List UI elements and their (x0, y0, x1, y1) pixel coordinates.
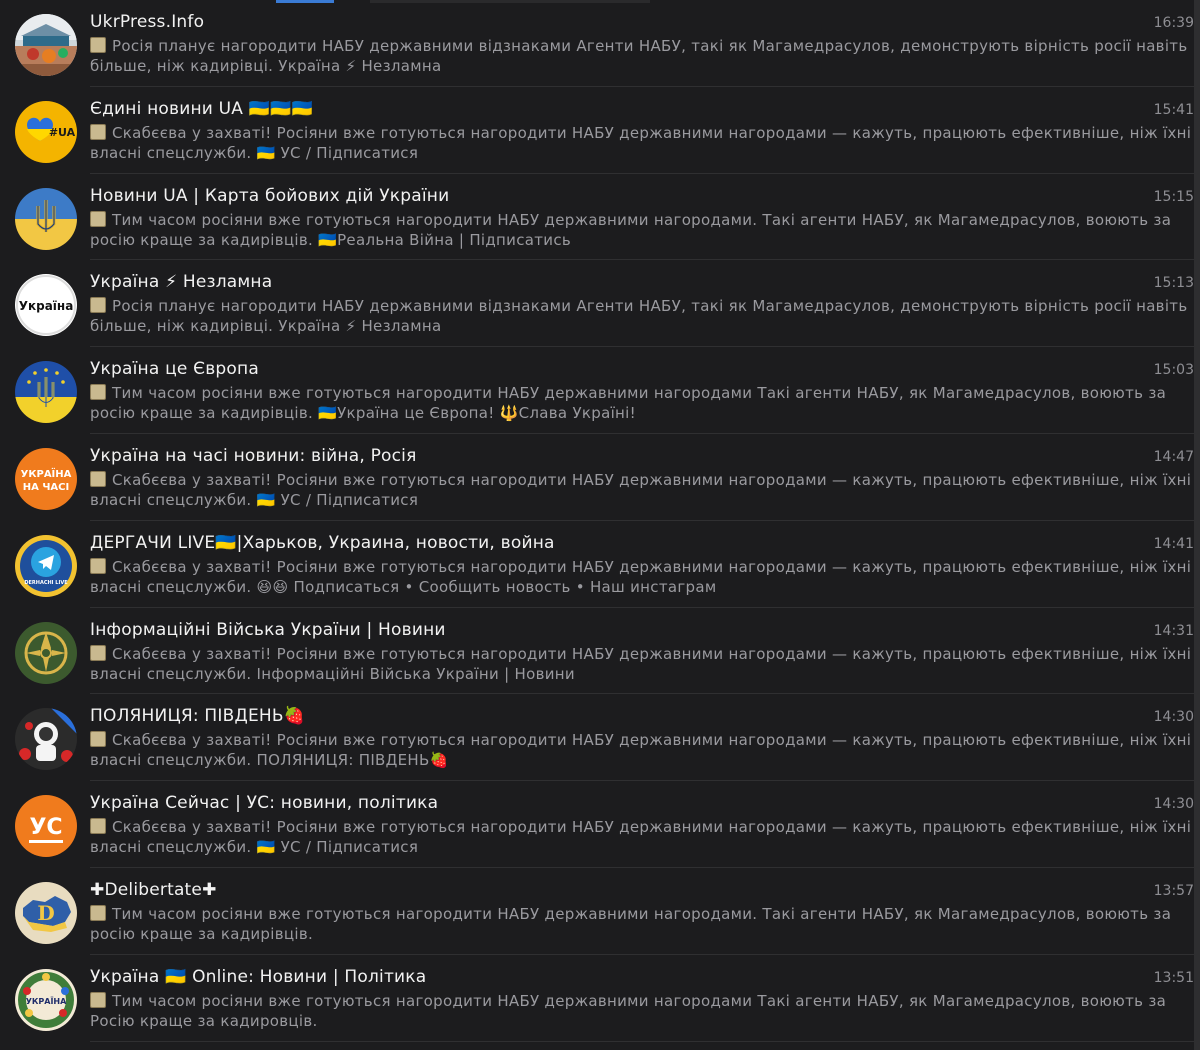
chat-time: 14:31 (1153, 622, 1194, 639)
chat-preview-text: Росія планує нагородити НАБУ державними … (90, 37, 1188, 75)
chat-preview-text: Скабєєва у захваті! Росіяни вже готуютьс… (90, 470, 1192, 509)
chat-preview: Скабєєва у захваті! Росіяни вже готуютьс… (90, 730, 1194, 772)
chat-preview-text: Скабєєва у захваті! Росіяни вже готуютьс… (90, 557, 1192, 596)
chat-title: ПОЛЯНИЦЯ: ПІВДЕНЬ🍓 (90, 706, 306, 727)
chat-row[interactable]: Україна Україна ⚡ Незламна 15:13 Росія п… (0, 260, 1200, 348)
chat-time: 14:41 (1153, 535, 1194, 552)
chat-preview: Росія планує нагородити НАБУ державними … (90, 296, 1194, 338)
map-d-avatar-icon[interactable]: D (15, 881, 77, 944)
chat-title: Україна Сейчас | УС: новини, політика (90, 793, 439, 814)
chat-time: 15:15 (1153, 188, 1194, 205)
chat-preview: Тим часом росіяни вже готуються нагороди… (90, 904, 1194, 946)
avatar-text: УС (29, 815, 62, 840)
chat-preview: Тим часом росіяни вже готуються нагороди… (90, 991, 1194, 1033)
chat-title: Новини UA | Карта бойових дій України (90, 185, 450, 206)
heart-ua-avatar-icon[interactable]: #UA (15, 100, 77, 163)
chat-row[interactable]: DERHACHI LIVE ДЕРГАЧИ LIVE🇺🇦|Харьков, Ук… (0, 521, 1200, 608)
chat-preview-text: Скабєєва у захваті! Росіяни вже готуютьс… (90, 818, 1192, 857)
media-thumbnail-icon (90, 991, 106, 1008)
media-thumbnail-icon (90, 818, 106, 835)
media-thumbnail-icon (90, 470, 106, 487)
photo-avatar-icon[interactable] (15, 14, 77, 76)
trident-flag-avatar-icon[interactable] (15, 187, 77, 250)
chat-preview-text: Росія планує нагородити НАБУ державними … (90, 297, 1188, 336)
chat-title: UkrPress.Info (90, 12, 205, 32)
chat-title: Інформаційні Війська України | Новини (90, 619, 446, 640)
chat-row[interactable]: УС Україна Сейчас | УС: новини, політика… (0, 781, 1200, 868)
chat-row[interactable]: D ✚Delibertate✚ 13:57 Тим часом росіяни … (0, 868, 1200, 955)
text-logo-avatar-icon[interactable]: Україна (15, 274, 77, 337)
chat-title: Україна 🇺🇦 Online: Новини | Політика (90, 966, 427, 987)
avatar-text-line-1: УКРАЇНА (21, 466, 72, 480)
window-edge (1194, 0, 1200, 1050)
avatar-text: #UA (49, 126, 76, 139)
chat-title: Україна на часі новини: війна, Росія (90, 445, 417, 466)
chat-preview: Скабєєва у захваті! Росіяни вже готуютьс… (90, 557, 1194, 599)
chat-preview: Тим часом росіяни вже готуються нагороди… (90, 383, 1194, 425)
chat-title: Єдині новини UA 🇺🇦🇺🇦🇺🇦 (90, 98, 313, 119)
chat-title: ДЕРГАЧИ LIVE🇺🇦|Харьков, Украина, новости… (90, 532, 555, 553)
chat-preview-text: Тим часом росіяни вже готуються нагороди… (90, 210, 1172, 249)
chat-title: Україна це Європа (90, 359, 259, 380)
chat-row[interactable]: Інформаційні Війська України | Новини 14… (0, 608, 1200, 695)
chat-preview: Росія планує нагородити НАБУ державними … (90, 36, 1194, 78)
chat-row[interactable]: #UA Єдині новини UA 🇺🇦🇺🇦🇺🇦 15:41 Скабєєв… (0, 87, 1200, 174)
avatar-letter: D (37, 901, 54, 925)
chat-time: 15:03 (1153, 362, 1194, 379)
media-thumbnail-icon (90, 384, 106, 401)
chat-title: ✚Delibertate✚ (90, 879, 217, 900)
military-emblem-avatar-icon[interactable] (15, 621, 77, 684)
media-thumbnail-icon (90, 644, 106, 661)
chat-preview: Скабєєва у захваті! Росіяни вже готуютьс… (90, 644, 1194, 686)
chat-time: 14:30 (1153, 796, 1194, 813)
eu-trident-avatar-icon[interactable] (15, 361, 77, 424)
astronaut-avatar-icon[interactable] (15, 708, 77, 771)
media-thumbnail-icon (90, 904, 106, 921)
chat-preview-text: Тим часом росіяни вже готуються нагороди… (90, 384, 1167, 423)
chat-preview: Тим часом росіяни вже готуються нагороди… (90, 210, 1194, 252)
avatar-text: DERHACHI LIVE (24, 580, 68, 586)
chat-row[interactable]: УКРАЇНА НА ЧАСІ Україна на часі новини: … (0, 434, 1200, 521)
wreath-avatar-icon[interactable]: УКРАЇНА (15, 968, 77, 1031)
chat-time: 14:30 (1153, 709, 1194, 726)
chat-preview-text: Тим часом росіяни вже готуються нагороди… (90, 904, 1172, 943)
chat-row[interactable]: UkrPress.Info 16:39 Росія планує нагород… (0, 0, 1200, 87)
chat-time: 16:39 (1153, 15, 1194, 31)
chat-title: Україна ⚡ Незламна (90, 272, 273, 293)
media-thumbnail-icon (90, 557, 106, 574)
chat-time: 14:47 (1153, 448, 1194, 465)
avatar-text: Україна (19, 299, 74, 313)
chat-time: 15:13 (1153, 275, 1194, 292)
row-divider (90, 1040, 1200, 1042)
chat-preview: Скабєєва у захваті! Росіяни вже готуютьс… (90, 817, 1194, 859)
media-thumbnail-icon (90, 123, 106, 140)
us-logo-avatar-icon[interactable]: УС (15, 795, 77, 858)
media-thumbnail-icon (90, 297, 106, 314)
chat-row[interactable]: Україна це Європа 15:03 Тим часом росіян… (0, 347, 1200, 434)
chat-row[interactable]: Новини UA | Карта бойових дій України 15… (0, 174, 1200, 261)
avatar-text-line-2: НА ЧАСІ (23, 482, 69, 493)
media-thumbnail-icon (90, 210, 106, 227)
orange-text-avatar-icon[interactable]: УКРАЇНА НА ЧАСІ (15, 447, 77, 510)
chat-list: UkrPress.Info 16:39 Росія планує нагород… (0, 0, 1200, 1042)
chat-preview-text: Скабєєва у захваті! Росіяни вже готуютьс… (90, 644, 1192, 683)
chat-time: 13:57 (1153, 882, 1194, 899)
chat-preview: Скабєєва у захваті! Росіяни вже готуютьс… (90, 470, 1194, 512)
chat-row[interactable]: ПОЛЯНИЦЯ: ПІВДЕНЬ🍓 14:30 Скабєєва у захв… (0, 694, 1200, 782)
chat-row[interactable]: УКРАЇНА Україна 🇺🇦 Online: Новини | Полі… (0, 955, 1200, 1042)
telegram-badge-avatar-icon[interactable]: DERHACHI LIVE (15, 534, 77, 597)
media-thumbnail-icon (90, 37, 106, 53)
chat-time: 15:41 (1153, 101, 1194, 118)
chat-preview-text: Тим часом росіяни вже готуються нагороди… (90, 991, 1167, 1030)
chat-preview: Скабєєва у захваті! Росіяни вже готуютьс… (90, 123, 1194, 165)
media-thumbnail-icon (90, 731, 106, 748)
chat-time: 13:51 (1153, 969, 1194, 986)
chat-preview-text: Скабєєва у захваті! Росіяни вже готуютьс… (90, 123, 1192, 162)
avatar-text: УКРАЇНА (26, 996, 67, 1006)
chat-preview-text: Скабєєва у захваті! Росіяни вже готуютьс… (90, 731, 1192, 770)
